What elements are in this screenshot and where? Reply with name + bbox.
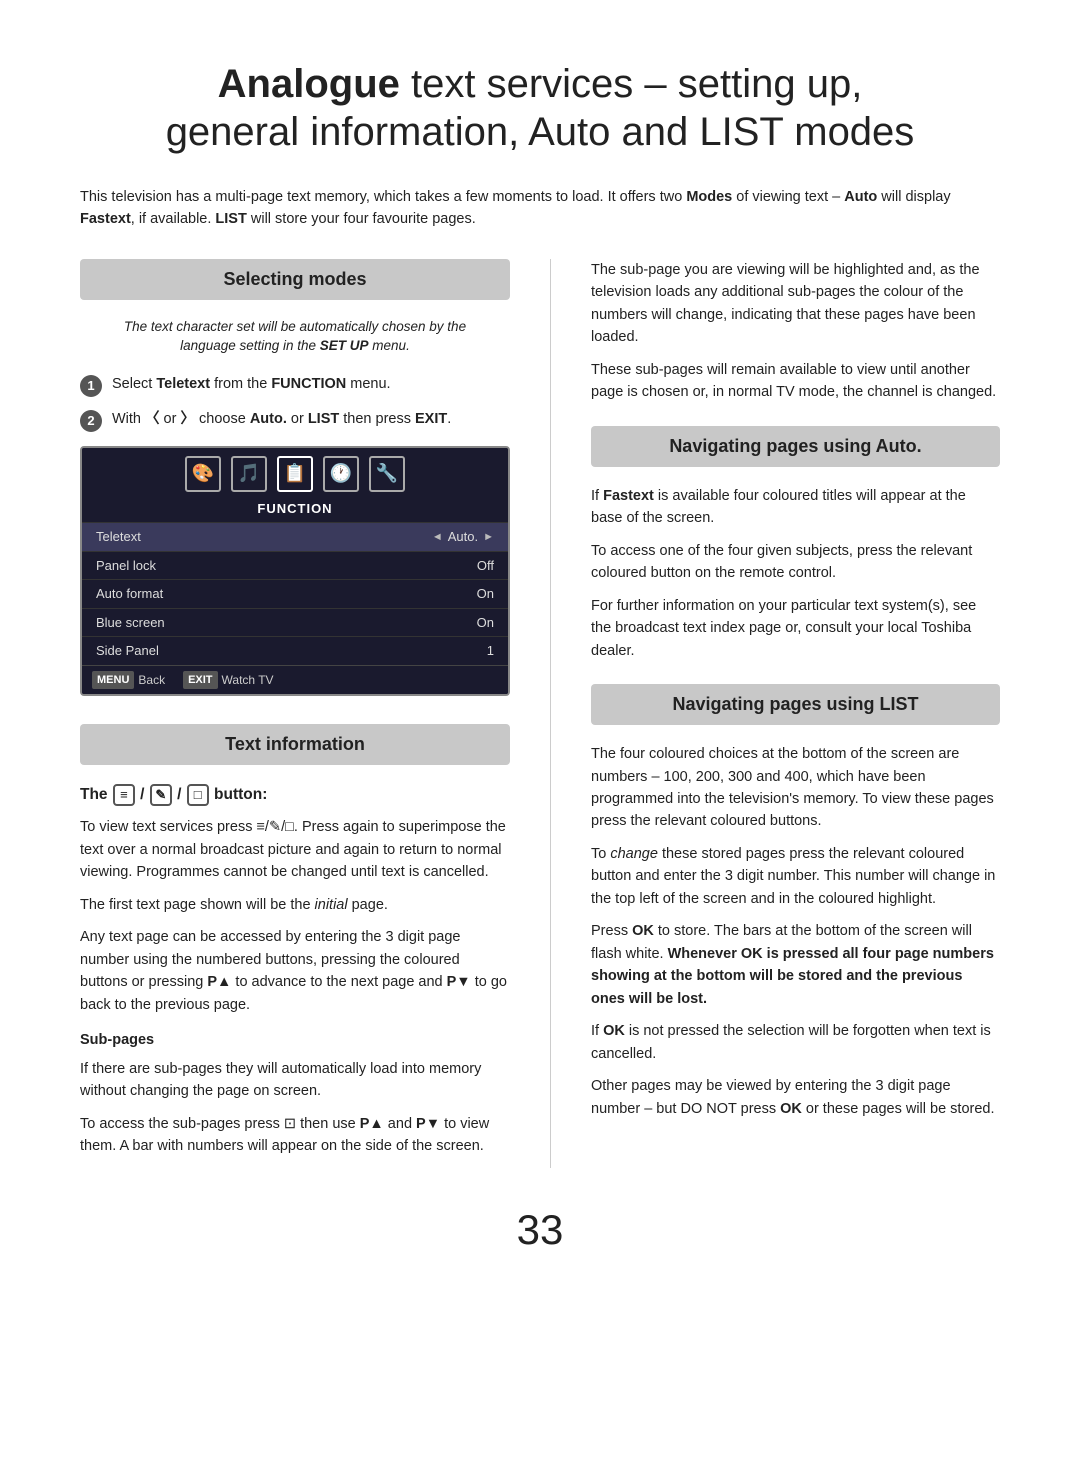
nav-list-para1: The four coloured choices at the bottom … xyxy=(591,743,1000,833)
tv-row-teletext-label: Teletext xyxy=(96,527,141,547)
tv-menu-btn: MENU xyxy=(92,671,134,690)
text-info-para1: To view text services press ≡/✎/□. Press… xyxy=(80,816,510,883)
text-information-section: Text information The ≡ / ✎ / □ button: T… xyxy=(80,724,510,1158)
tv-row-bluescreen-value: On xyxy=(477,613,494,633)
step-2-circle: 2 xyxy=(80,410,102,432)
tv-icon-music: 🎵 xyxy=(231,456,267,492)
tv-row-panellock-value: Off xyxy=(477,556,494,576)
nav-auto-para1: If Fastext is available four coloured ti… xyxy=(591,485,1000,530)
tv-footer-exit: EXIT Watch TV xyxy=(183,671,273,690)
tv-row-sidepanel: Side Panel 1 xyxy=(82,636,508,665)
tv-row-panellock: Panel lock Off xyxy=(82,551,508,580)
tv-row-bluescreen-label: Blue screen xyxy=(96,613,165,633)
step-1-row: 1 Select Teletext from the FUNCTION menu… xyxy=(80,374,510,397)
right-top-para1: The sub-page you are viewing will be hig… xyxy=(591,259,1000,349)
tv-icons-row: 🎨 🎵 📋 🕐 🔧 xyxy=(82,448,508,496)
page-title: Analogue text services – setting up, gen… xyxy=(80,60,1000,156)
tv-icon-paint: 🎨 xyxy=(185,456,221,492)
step-1-circle: 1 xyxy=(80,375,102,397)
step-2-row: 2 With 〈 or 〉 choose Auto. or LIST then … xyxy=(80,409,510,432)
nav-auto-header: Navigating pages using Auto. xyxy=(591,426,1000,467)
subpages-para1: If there are sub-pages they will automat… xyxy=(80,1058,510,1103)
right-top-section: The sub-page you are viewing will be hig… xyxy=(591,259,1000,404)
title-bold: Analogue xyxy=(218,62,400,106)
page-number: 33 xyxy=(80,1198,1000,1261)
title-normal: text services – setting up, xyxy=(400,62,862,106)
nav-list-para3: Press OK to store. The bars at the botto… xyxy=(591,920,1000,1010)
menu-button-icon: ≡ xyxy=(113,784,135,806)
nav-list-section: The four coloured choices at the bottom … xyxy=(591,743,1000,1120)
tv-row-teletext-value: ◄ Auto. ► xyxy=(432,527,494,547)
nav-auto-section: If Fastext is available four coloured ti… xyxy=(591,485,1000,662)
nav-list-para2: To change these stored pages press the r… xyxy=(591,843,1000,910)
italic-note: The text character set will be automatic… xyxy=(80,318,510,356)
tv-watchtv-label: Watch TV xyxy=(222,671,274,689)
tv-screen: 🎨 🎵 📋 🕐 🔧 FUNCTION Teletext ◄ Auto. ► Pa… xyxy=(80,446,510,697)
selecting-modes-header: Selecting modes xyxy=(80,259,510,300)
column-divider xyxy=(550,259,551,1168)
nav-list-para5: Other pages may be viewed by entering th… xyxy=(591,1075,1000,1120)
tv-footer-menu: MENU Back xyxy=(92,671,165,690)
text-info-para2: The first text page shown will be the in… xyxy=(80,894,510,916)
nav-auto-para3: For further information on your particul… xyxy=(591,595,1000,662)
text-info-para3: Any text page can be accessed by enterin… xyxy=(80,926,510,1016)
tv-row-bluescreen: Blue screen On xyxy=(82,608,508,637)
edit-button-icon: ✎ xyxy=(150,784,172,806)
tv-row-autoformat-label: Auto format xyxy=(96,584,163,604)
tv-row-panellock-label: Panel lock xyxy=(96,556,156,576)
tv-row-teletext: Teletext ◄ Auto. ► xyxy=(82,522,508,551)
intro-paragraph: This television has a multi-page text me… xyxy=(80,186,1000,231)
left-column: Selecting modes The text character set w… xyxy=(80,259,510,1168)
step-2-text: With 〈 or 〉 choose Auto. or LIST then pr… xyxy=(112,409,451,431)
title-line2: general information, Auto and LIST modes xyxy=(166,110,915,154)
nav-list-header: Navigating pages using LIST xyxy=(591,684,1000,725)
tv-icon-clock: 🕐 xyxy=(323,456,359,492)
tv-icon-wrench: 🔧 xyxy=(369,456,405,492)
right-column: The sub-page you are viewing will be hig… xyxy=(591,259,1000,1168)
subpages-title: Sub-pages xyxy=(80,1030,510,1052)
text-information-header: Text information xyxy=(80,724,510,765)
tv-function-label: FUNCTION xyxy=(82,496,508,523)
tv-row-autoformat: Auto format On xyxy=(82,579,508,608)
step-1-text: Select Teletext from the FUNCTION menu. xyxy=(112,374,391,396)
tv-footer: MENU Back EXIT Watch TV xyxy=(82,665,508,695)
nav-list-para4: If OK is not pressed the selection will … xyxy=(591,1020,1000,1065)
tv-row-sidepanel-label: Side Panel xyxy=(96,641,159,661)
tv-exit-btn: EXIT xyxy=(183,671,217,690)
tv-back-label: Back xyxy=(138,671,165,689)
tv-row-autoformat-value: On xyxy=(477,584,494,604)
subpages-para2: To access the sub-pages press ⊡ then use… xyxy=(80,1113,510,1158)
nav-auto-para2: To access one of the four given subjects… xyxy=(591,540,1000,585)
right-top-para2: These sub-pages will remain available to… xyxy=(591,359,1000,404)
tv-row-sidepanel-value: 1 xyxy=(487,641,494,661)
button-label: The ≡ / ✎ / □ button: xyxy=(80,783,510,806)
square-button-icon: □ xyxy=(187,784,209,806)
tv-icon-list: 📋 xyxy=(277,456,313,492)
